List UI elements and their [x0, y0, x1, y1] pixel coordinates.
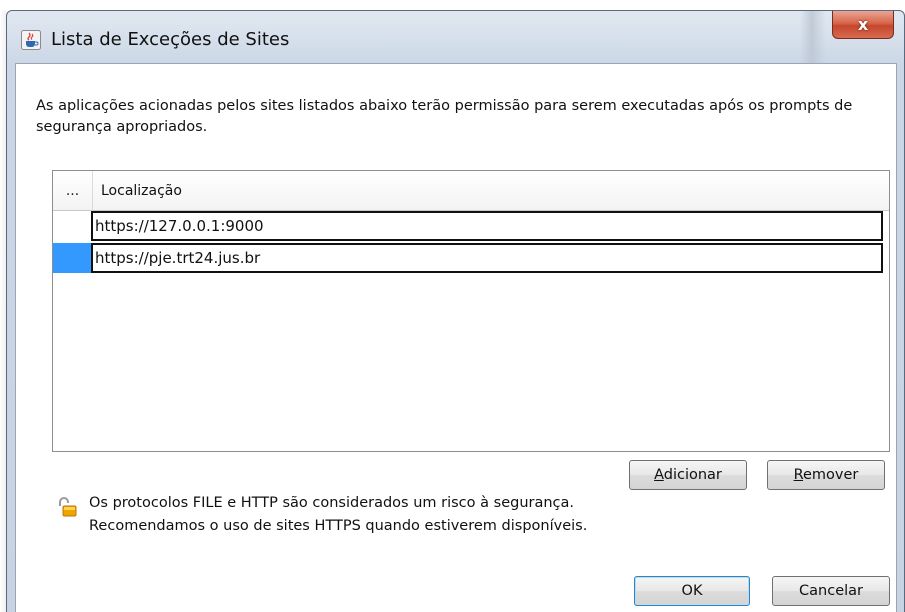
- url-cell[interactable]: https://pje.trt24.jus.br: [91, 243, 883, 273]
- row-selector-selected[interactable]: [53, 243, 91, 273]
- column-header-select[interactable]: ...: [53, 171, 93, 211]
- add-button[interactable]: Adicionar: [629, 460, 747, 490]
- ok-button[interactable]: OK: [634, 576, 750, 606]
- site-exception-table[interactable]: ... Localização https://127.0.0.1:9000 h…: [52, 170, 890, 452]
- table-row[interactable]: https://127.0.0.1:9000: [53, 211, 889, 241]
- warning-line-2: Recomendamos o uso de sites HTTPS quando…: [89, 518, 588, 534]
- warning-line-1: Os protocolos FILE e HTTP são considerad…: [89, 495, 575, 511]
- table-header: ... Localização: [53, 171, 889, 211]
- close-icon: x: [857, 15, 869, 34]
- table-row[interactable]: https://pje.trt24.jus.br: [53, 243, 889, 273]
- dialog-content: As aplicações acionadas pelos sites list…: [15, 63, 897, 612]
- window-title: Lista de Exceções de Sites: [51, 29, 290, 50]
- add-button-label: dicionar: [663, 467, 722, 483]
- column-header-location[interactable]: Localização: [101, 171, 182, 211]
- description-text: As aplicações acionadas pelos sites list…: [36, 98, 853, 135]
- remove-button-label: emover: [803, 467, 859, 483]
- java-cup-icon: [21, 30, 41, 50]
- security-warning: Os protocolos FILE e HTTP são considerad…: [89, 492, 689, 538]
- row-selector[interactable]: [53, 211, 91, 241]
- title-bar[interactable]: Lista de Exceções de Sites: [7, 11, 904, 63]
- dialog-window: Lista de Exceções de Sites x As aplicaçõ…: [6, 10, 905, 612]
- remove-button[interactable]: Remover: [767, 460, 885, 490]
- url-cell[interactable]: https://127.0.0.1:9000: [91, 211, 883, 241]
- remove-button-mnemonic: R: [793, 467, 804, 483]
- unlocked-padlock-icon: [59, 497, 77, 517]
- close-button[interactable]: x: [832, 11, 894, 39]
- add-button-mnemonic: A: [654, 467, 664, 483]
- cancel-button[interactable]: Cancelar: [772, 576, 890, 606]
